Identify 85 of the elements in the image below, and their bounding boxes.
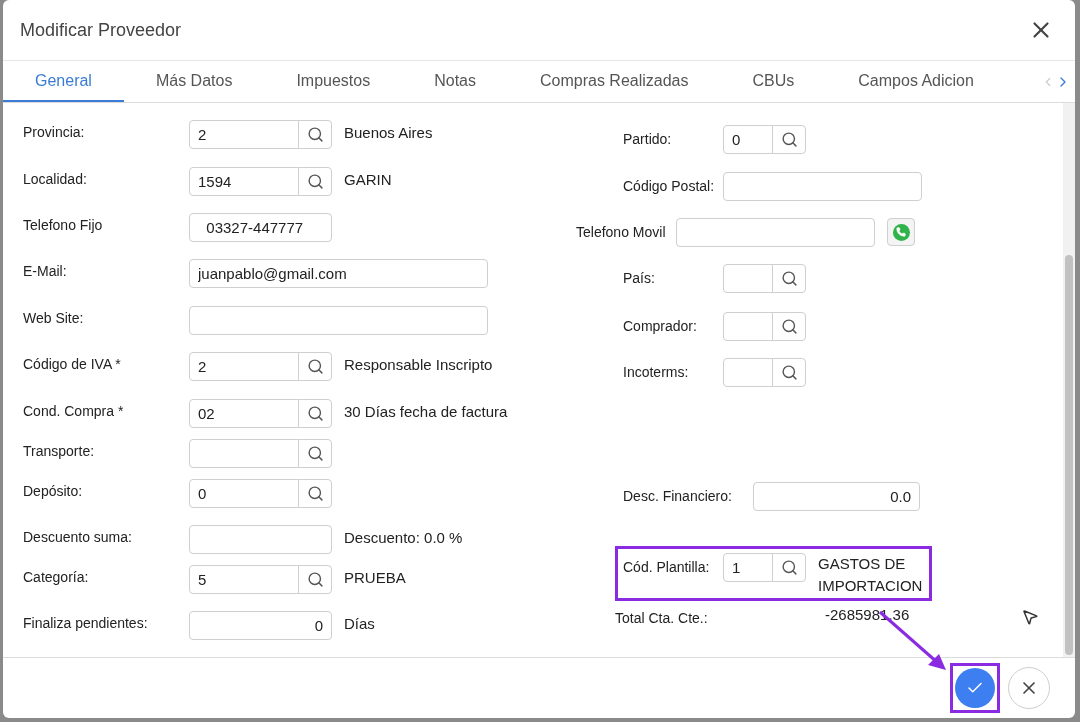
field-label: Incoterms: (623, 362, 690, 382)
input-field[interactable]: 1 (723, 552, 773, 582)
input-field[interactable]: 1594 (189, 166, 299, 196)
field-label: Web Site: (23, 308, 85, 328)
search-icon (306, 404, 324, 422)
search-button[interactable] (298, 478, 332, 508)
search-button[interactable] (298, 351, 332, 381)
input-field[interactable] (723, 357, 773, 387)
search-icon (306, 570, 324, 588)
field-description: Buenos Aires (344, 122, 433, 143)
phone-bubble-icon (892, 223, 910, 241)
tab[interactable]: Más Datos (123, 61, 265, 102)
dialog-title: Modificar Proveedor (20, 18, 182, 42)
field-description: GASTOS DE IMPORTACION (818, 553, 924, 596)
field-label: Telefono Movil (576, 222, 667, 242)
field-label: Categoría: (23, 567, 90, 587)
input-field[interactable] (189, 438, 299, 468)
input-field[interactable]: 03327-447777 (189, 212, 332, 242)
search-button[interactable] (772, 357, 806, 387)
field-label: Código Postal: (623, 176, 716, 196)
search-icon (780, 317, 798, 335)
whatsapp-button[interactable] (887, 218, 915, 247)
search-icon (780, 269, 798, 287)
field-description: PRUEBA (344, 567, 406, 588)
field-description: Descuento: 0.0 % (344, 527, 463, 548)
input-field[interactable]: 2 (189, 351, 299, 381)
field-label: Total Cta. Cte.: (615, 608, 709, 628)
search-button[interactable] (772, 263, 806, 293)
input-field[interactable] (723, 263, 773, 293)
search-button[interactable] (772, 552, 806, 582)
field-label: Telefono Fijo (23, 215, 104, 235)
field-label: Localidad: (23, 169, 88, 189)
search-icon (306, 484, 324, 502)
input-field[interactable]: 0 (189, 610, 332, 640)
field-label: Desc. Financiero: (623, 486, 733, 506)
search-icon (306, 357, 324, 375)
search-icon (780, 558, 798, 576)
search-icon (306, 444, 324, 462)
field-label: Depósito: (23, 481, 84, 501)
tab[interactable]: Campos Adicion (826, 61, 1006, 102)
search-icon (306, 172, 324, 190)
field-label: Comprador: (623, 316, 698, 336)
field-label: Código de IVA * (23, 354, 122, 374)
tab[interactable]: Notas (402, 61, 508, 102)
input-field[interactable] (723, 171, 922, 201)
field-label: Transporte: (23, 441, 96, 461)
input-field[interactable]: juanpablo@gmail.com (189, 258, 488, 288)
field-label: Partido: (623, 129, 673, 149)
search-button[interactable] (772, 124, 806, 154)
input-field[interactable] (189, 524, 332, 554)
search-icon (780, 363, 798, 381)
search-icon (780, 130, 798, 148)
field-label: E-Mail: (23, 261, 68, 281)
search-button[interactable] (298, 119, 332, 149)
search-button[interactable] (298, 166, 332, 196)
cancel-button[interactable] (1008, 666, 1050, 709)
field-description: 30 Días fecha de factura (344, 401, 508, 422)
field-label: Finaliza pendientes: (23, 613, 149, 633)
field-label: Provincia: (23, 122, 86, 142)
input-field[interactable]: 0 (723, 124, 773, 154)
tab[interactable]: Impuestos (264, 61, 403, 102)
search-button[interactable] (298, 398, 332, 428)
input-field[interactable]: 02 (189, 398, 299, 428)
input-field[interactable]: 0.0 (753, 481, 920, 511)
input-field[interactable] (723, 311, 773, 341)
search-button[interactable] (772, 311, 806, 341)
cursor-icon (1021, 607, 1039, 626)
field-label: Cond. Compra * (23, 401, 125, 421)
input-field[interactable]: 0 (189, 478, 299, 508)
tab[interactable]: Compras Realizadas (508, 61, 721, 102)
field-description: Responsable Inscripto (344, 354, 493, 375)
field-description: GARIN (344, 169, 392, 190)
field-label: Cód. Plantilla: (623, 557, 711, 577)
field-label: Descuento suma: (23, 527, 133, 547)
field-label: País: (623, 268, 656, 288)
field-description: Días (344, 613, 375, 634)
input-field[interactable]: 5 (189, 564, 299, 594)
input-field[interactable]: 2 (189, 119, 299, 149)
search-button[interactable] (298, 438, 332, 468)
tab[interactable]: General (3, 61, 124, 102)
tab[interactable]: CBUs (720, 61, 827, 102)
search-button[interactable] (298, 564, 332, 594)
search-icon (306, 125, 324, 143)
input-field[interactable] (189, 305, 488, 335)
input-field[interactable] (676, 217, 875, 247)
